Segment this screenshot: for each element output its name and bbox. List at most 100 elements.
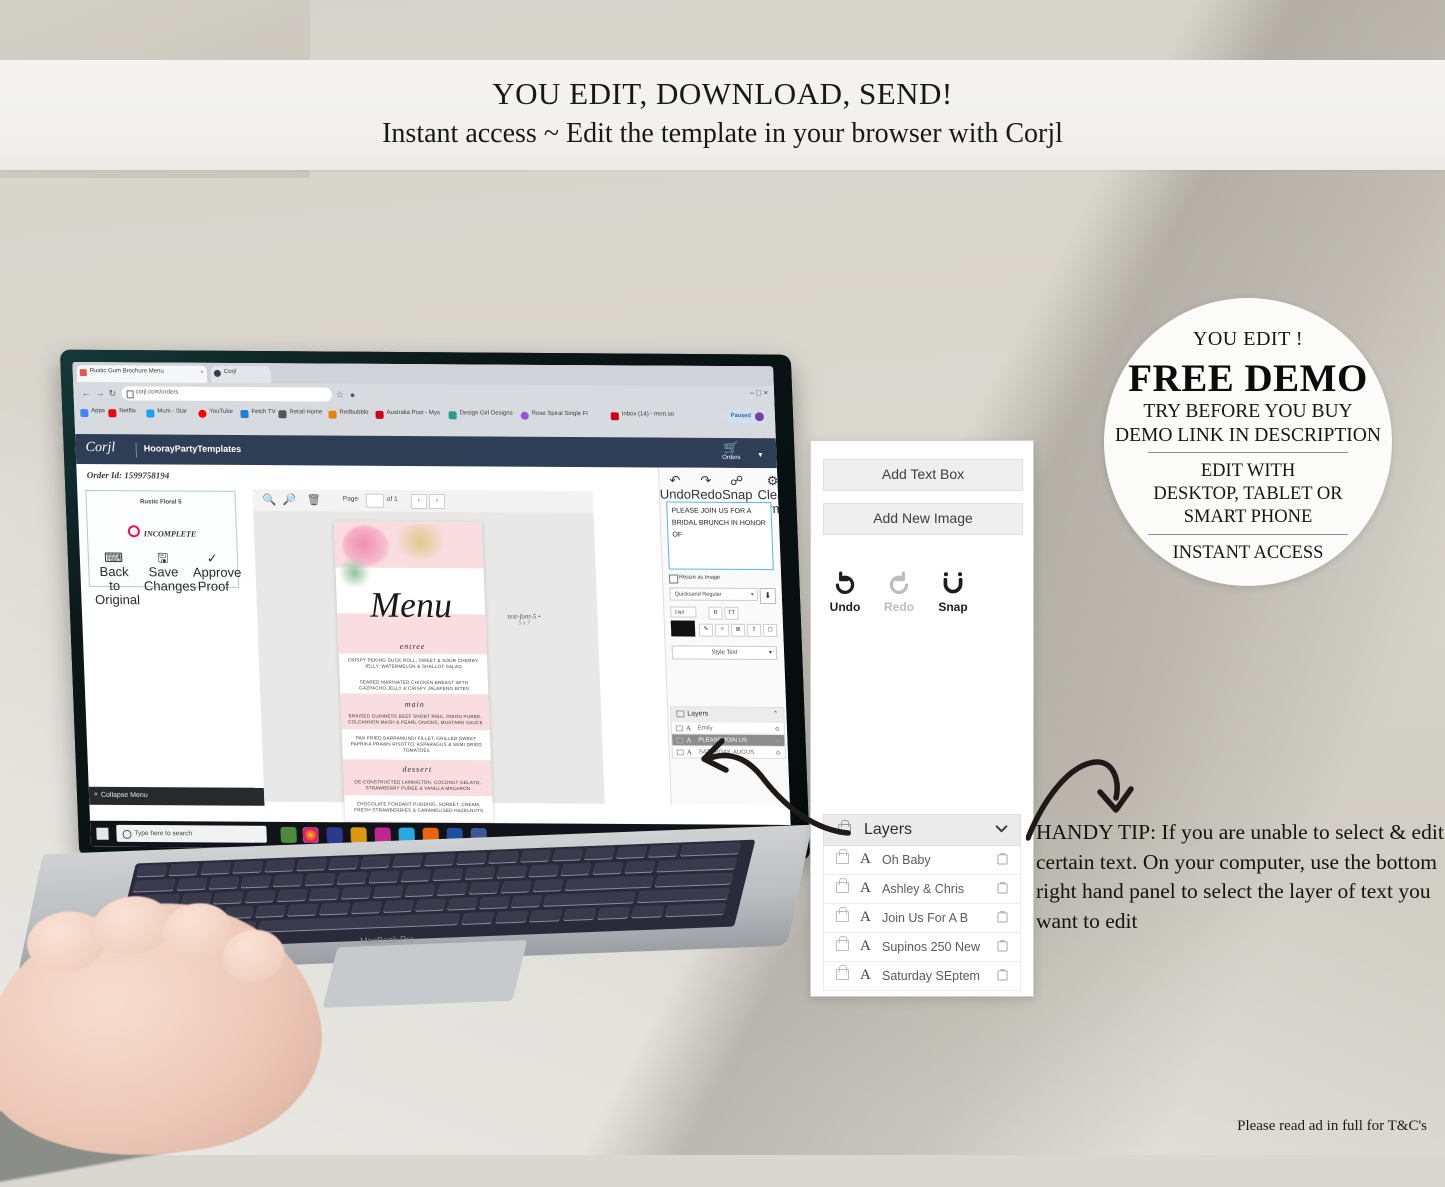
line-height-icon[interactable]: ≡	[714, 623, 730, 637]
layer-row[interactable]: A Join Us For A B	[823, 904, 1021, 933]
close-icon[interactable]: ×	[200, 370, 204, 376]
zoom-in-icon[interactable]: 🔍	[263, 493, 277, 506]
trash-icon[interactable]: ♻	[775, 750, 781, 757]
download-font-icon[interactable]: ⬇	[759, 588, 777, 605]
eyedropper-icon[interactable]: ✎	[698, 623, 714, 637]
lock-icon[interactable]	[836, 965, 849, 980]
window-controls[interactable]: – □ ×	[749, 388, 768, 397]
template-thumbnail-card[interactable]: Rustic Floral 5 INCOMPLETE ⌨ Back to Orig…	[85, 489, 242, 607]
canvas-area[interactable]: test-font-5 • 5 x 7 Menu entree CRISPY P…	[253, 510, 605, 851]
mini-layers-panel: Layers AEmily♻ APLEASE JOIN US♻ ASATURDA…	[670, 706, 787, 760]
bookmark-1[interactable]: Netflix	[108, 408, 136, 418]
browser-tab-1[interactable]: Corjl	[210, 365, 272, 384]
chevron-down-icon[interactable]: ▾	[758, 450, 762, 459]
save-button[interactable]: 🖫 Save Changes	[143, 550, 197, 607]
bookmark-7[interactable]: Australia Post - Mys	[375, 410, 440, 419]
redo-button[interactable]: Redo	[883, 571, 915, 614]
trash-icon[interactable]	[997, 852, 1008, 865]
bold-icon[interactable]: B	[708, 606, 723, 620]
taskbar-icon-3[interactable]	[326, 827, 344, 844]
snap-button[interactable]: Snap	[937, 571, 969, 614]
page-input[interactable]	[365, 493, 385, 508]
text-layer-icon: A	[860, 909, 871, 925]
undo-button[interactable]: Undo	[829, 571, 861, 614]
mini-layer-row[interactable]: A Emily ♻	[671, 721, 785, 735]
back-icon[interactable]: ←	[81, 388, 90, 398]
add-new-image-button[interactable]: Add New Image	[823, 503, 1023, 535]
collapse-menu-button[interactable]: Collapse Menu	[88, 786, 265, 806]
lock-icon[interactable]	[676, 749, 684, 756]
chevron-down-icon[interactable]	[995, 822, 1008, 835]
reload-icon[interactable]: ↻	[108, 388, 116, 399]
mini-layers-header[interactable]: Layers	[671, 707, 784, 723]
lock-icon[interactable]	[836, 936, 849, 951]
menu-template-card[interactable]: Menu entree CRISPY PEKING DUCK ROLL, SWE…	[333, 521, 495, 851]
demo-headline: FREE DEMO	[1128, 357, 1368, 400]
trash-icon[interactable]	[997, 968, 1008, 981]
browser-tab-0[interactable]: Rustic Gum Brochure Menu ×	[76, 365, 208, 383]
star-icon[interactable]: ☆	[336, 390, 345, 401]
text-edit-field[interactable]: PLEASE JOIN US FOR A BRIDAL BRUNCH IN HO…	[666, 501, 774, 571]
zoom-out-icon[interactable]: 🔎	[283, 493, 297, 506]
corjl-logo[interactable]: Corjl	[85, 440, 115, 456]
trash-icon[interactable]: ♻	[774, 726, 780, 733]
lock-icon[interactable]	[838, 820, 851, 835]
trash-icon[interactable]: 🗑	[307, 493, 321, 506]
style-text-dropdown[interactable]: Style Text	[671, 645, 778, 661]
extension-icon[interactable]: ●	[350, 390, 356, 400]
next-page-button[interactable]: ›	[428, 494, 446, 510]
prev-page-button[interactable]: ‹	[410, 493, 428, 510]
windows-start-icon[interactable]	[96, 827, 109, 840]
bookmark-2[interactable]: Mum - Star	[146, 408, 187, 418]
bookmark-6[interactable]: Redbubble	[328, 410, 369, 419]
shop-name: HoorayPartyTemplates	[143, 443, 242, 454]
layer-row[interactable]: A Saturday SEptem	[823, 962, 1021, 991]
trash-icon[interactable]: ♻	[775, 738, 781, 745]
revert-button[interactable]: ⌨ Back to Original	[93, 550, 140, 607]
lock-icon[interactable]	[836, 849, 849, 864]
approve-button[interactable]: ✓ Approve Proof	[192, 551, 242, 608]
resize-as-image-checkbox[interactable]: Resize as Image	[669, 574, 720, 581]
forward-icon[interactable]: →	[95, 388, 104, 398]
layer-row[interactable]: A Ashley & Chris	[823, 875, 1021, 904]
taskbar-icon-1[interactable]	[280, 826, 297, 843]
font-size-input[interactable]: 14pt	[670, 606, 697, 618]
laptop-brand: MacBook Pro	[359, 934, 415, 946]
bookmark-9[interactable]: Rose Spiral Single Fl	[520, 411, 588, 420]
bookmark-5[interactable]: Retail Home	[278, 409, 323, 419]
layer-row[interactable]: A Oh Baby	[823, 846, 1021, 875]
laptop-screen: Rustic Gum Brochure Menu × Corjl ← → ↻ c…	[72, 362, 792, 851]
text-color-swatch[interactable]	[670, 620, 696, 637]
text-layer-icon: A	[860, 851, 871, 867]
search-input[interactable]: Type here to search	[116, 824, 267, 843]
mini-layer-row-selected[interactable]: A PLEASE JOIN US ♻	[672, 733, 785, 747]
bookmark-0[interactable]: Apps	[80, 408, 105, 418]
bookmark-10[interactable]: Inbox (14) - mrm.so	[610, 411, 674, 421]
lock-icon[interactable]	[836, 878, 849, 893]
layer-row[interactable]: A Supinos 250 New	[823, 933, 1021, 962]
address-bar[interactable]: corjl.com/orders	[121, 386, 333, 402]
bookmark-4[interactable]: Fetch TV	[240, 409, 276, 419]
image-icon[interactable]: ◻	[762, 624, 778, 638]
orders-button[interactable]: 🛒 Orders	[722, 441, 741, 461]
italic-icon[interactable]: TT	[724, 606, 739, 620]
layer-up-icon[interactable]: ⇧	[746, 623, 762, 637]
align-icon[interactable]: ≣	[730, 623, 746, 637]
taskbar-icon-chrome[interactable]	[302, 826, 319, 844]
bookmark-8[interactable]: Design Girl Designs	[448, 410, 513, 420]
lock-icon[interactable]	[676, 737, 684, 744]
trash-icon[interactable]	[997, 939, 1008, 952]
layers-header[interactable]: Layers	[823, 814, 1021, 846]
tab-favicon	[79, 369, 87, 377]
menu-section-main: main	[404, 699, 425, 709]
bookmark-3[interactable]: YouTube	[198, 409, 233, 418]
trash-icon[interactable]	[997, 881, 1008, 894]
text-layer-icon: A	[860, 967, 871, 983]
font-family-select[interactable]: Quicksand Regular	[669, 587, 759, 601]
lock-icon[interactable]	[836, 907, 849, 922]
add-text-box-button[interactable]: Add Text Box	[823, 459, 1023, 491]
trash-icon[interactable]	[997, 910, 1008, 923]
lock-icon[interactable]	[675, 725, 683, 732]
demo-devices2: SMART PHONE	[1183, 507, 1313, 527]
mini-layer-row[interactable]: A SATURDAY, AUGUS ♻	[672, 745, 786, 759]
